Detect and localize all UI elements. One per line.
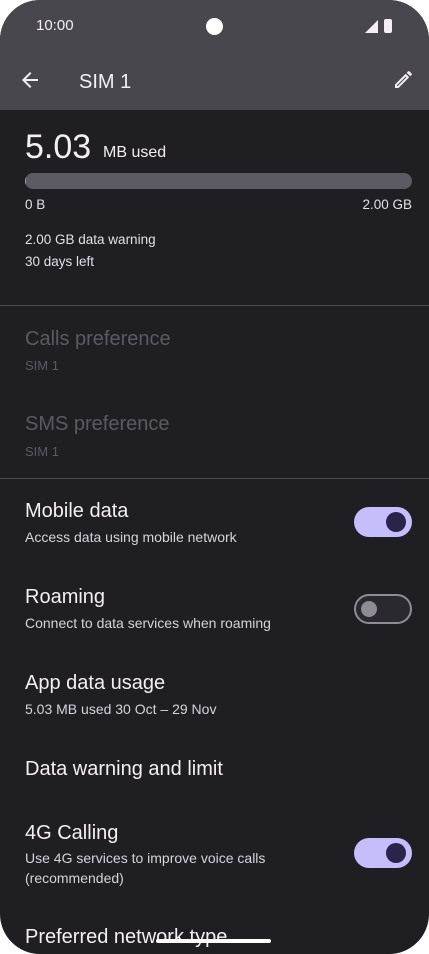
mobile-data-toggle[interactable] (354, 507, 412, 537)
pencil-icon[interactable] (391, 68, 415, 92)
toggle-knob (386, 512, 406, 532)
calling-4g-title: 4G Calling (25, 822, 119, 844)
divider (0, 305, 429, 306)
toggle-knob (386, 843, 406, 863)
status-bar: 10:00 (0, 0, 429, 52)
usage-progress-fill (25, 173, 26, 189)
calling-4g-subtitle: Use 4G services to improve voice calls (25, 850, 266, 866)
page-title: SIM 1 (79, 71, 132, 93)
gesture-nav-handle[interactable] (156, 939, 271, 943)
mobile-data-title: Mobile data (25, 500, 129, 522)
usage-unit: MB used (103, 144, 167, 161)
roaming-toggle[interactable] (354, 594, 412, 624)
app-data-usage-subtitle: 5.03 MB used 30 Oct – 29 Nov (25, 701, 217, 717)
battery-icon (384, 19, 392, 33)
status-time: 10:00 (36, 17, 74, 34)
sms-preference-value: SIM 1 (25, 444, 59, 459)
mobile-data-subtitle: Access data using mobile network (25, 529, 237, 545)
phone-screen: 10:00 SIM 1 5.03 MB used 0 B 2.00 GB 2.0… (0, 0, 429, 954)
data-warning-info: 2.00 GB data warning (25, 232, 156, 247)
back-arrow-icon[interactable] (18, 68, 42, 92)
usage-progress-bar (25, 173, 412, 189)
signal-icon (365, 20, 378, 33)
roaming-title: Roaming (25, 586, 106, 608)
app-data-usage-title: App data usage (25, 672, 166, 694)
roaming-subtitle: Connect to data services when roaming (25, 615, 271, 631)
usage-range-min: 0 B (25, 197, 46, 212)
calls-preference-value: SIM 1 (25, 358, 59, 373)
camera-cutout (206, 18, 223, 35)
app-bar: SIM 1 (0, 52, 429, 110)
data-warning-limit-title: Data warning and limit (25, 758, 223, 780)
toggle-knob (361, 601, 377, 617)
calls-preference-title: Calls preference (25, 328, 171, 350)
calling-4g-toggle[interactable] (354, 838, 412, 868)
preferred-network-title: Preferred network type (25, 926, 228, 948)
sms-preference-title: SMS preference (25, 413, 170, 435)
calling-4g-subtitle-note: (recommended) (25, 870, 124, 886)
days-left-info: 30 days left (25, 254, 95, 269)
usage-range-max: 2.00 GB (362, 197, 412, 212)
divider (0, 478, 429, 479)
usage-amount: 5.03 (25, 128, 92, 166)
